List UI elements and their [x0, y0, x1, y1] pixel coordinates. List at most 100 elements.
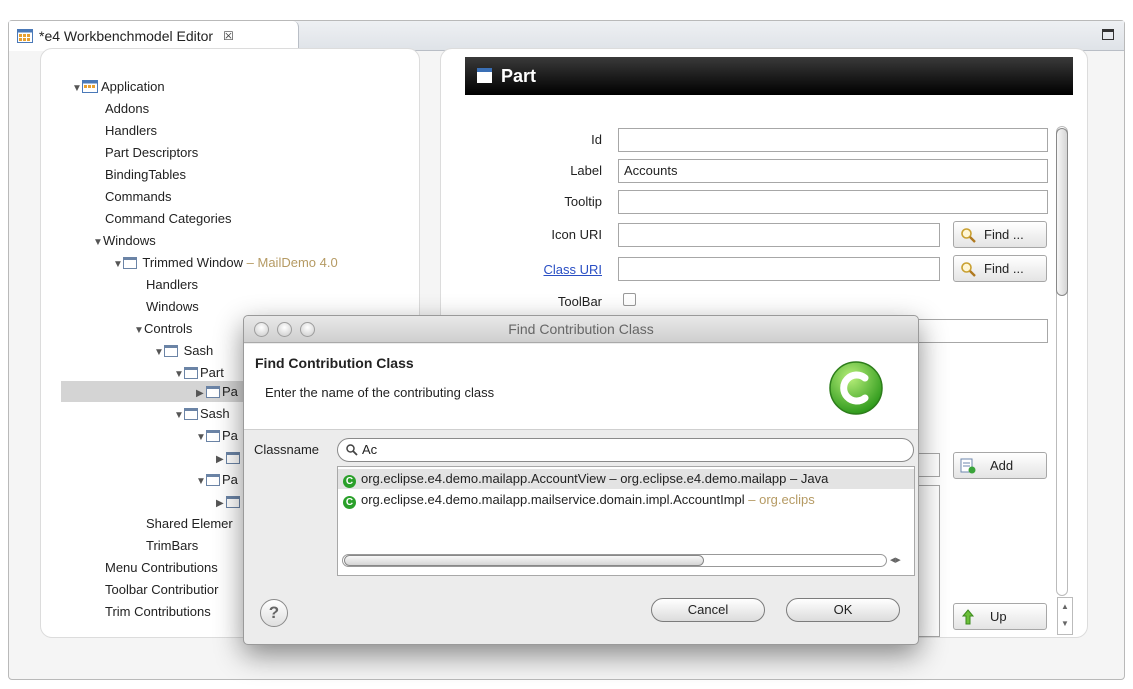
dialog-subtitle: Enter the name of the contributing class: [265, 385, 495, 400]
expand-icon[interactable]: ▼: [154, 342, 164, 364]
add-button[interactable]: Add: [953, 452, 1047, 479]
label-field[interactable]: Accounts: [618, 159, 1048, 183]
editor-tab[interactable]: *e4 Workbenchmodel Editor ☒: [9, 21, 299, 51]
sash-icon: [164, 345, 178, 357]
tree-item-label: Pa: [222, 472, 238, 487]
list-item[interactable]: Corg.eclipse.e4.demo.mailapp.AccountView…: [338, 469, 914, 489]
classname-search-input[interactable]: Ac: [337, 438, 914, 462]
list-item[interactable]: Corg.eclipse.e4.demo.mailapp.mailservice…: [338, 490, 815, 510]
tree-item-label: Sash: [183, 343, 214, 358]
tree-item-handlers[interactable]: Handlers: [146, 274, 198, 296]
toolbar-label: ToolBar: [557, 294, 602, 309]
scroll-arrows-icon[interactable]: ▲ ▼: [1057, 597, 1073, 635]
class-uri-field[interactable]: [618, 257, 940, 281]
find-contribution-dialog: Find Contribution Class Find Contributio…: [243, 315, 919, 645]
tree-item-part[interactable]: ▶: [216, 447, 242, 469]
tree-item-label: Trimmed Window: [142, 255, 244, 270]
tree-item-trimmed-window[interactable]: ▼ Trimmed Window – MailDemo 4.0: [113, 252, 338, 274]
tree-item-shared-elements[interactable]: Shared Elemer: [146, 513, 233, 535]
results-hscrollbar[interactable]: ◀▶: [342, 552, 910, 569]
tree-item-command-categories[interactable]: Command Categories: [105, 208, 231, 230]
tree-item-trimbars[interactable]: TrimBars: [146, 535, 198, 557]
search-value: Ac: [362, 442, 378, 457]
scrollbar-thumb[interactable]: [1056, 128, 1068, 296]
result-suffix: – org.eclips: [744, 492, 815, 507]
expand-icon[interactable]: ▼: [174, 364, 184, 386]
model-editor-icon: [17, 29, 33, 43]
tree-item-part-descriptors[interactable]: Part Descriptors: [105, 142, 198, 164]
tree-item-part-stack[interactable]: ▼ Pa: [196, 425, 238, 447]
class-icon: C: [343, 475, 356, 488]
expand-icon[interactable]: ▼: [174, 405, 184, 427]
tree-item-application[interactable]: ▼ Application: [72, 76, 165, 98]
tree-item-suffix: – MailDemo 4.0: [243, 255, 338, 270]
dialog-banner: Find Contribution Class Enter the name o…: [244, 344, 918, 430]
expand-icon[interactable]: ▼: [196, 471, 206, 493]
close-icon[interactable]: ☒: [223, 29, 234, 43]
icon-find-button[interactable]: Find ...: [953, 221, 1047, 248]
tree-item-trim-contributions[interactable]: Trim Contributions: [105, 601, 211, 623]
result-label: org.eclipse.e4.demo.mailapp.mailservice.…: [361, 492, 745, 507]
expand-icon[interactable]: ▶: [196, 383, 206, 405]
tree-item-label: Sash: [200, 406, 230, 421]
contribution-class-logo-icon: [829, 361, 883, 415]
tooltip-field[interactable]: [618, 190, 1048, 214]
editor-tab-label: *e4 Workbenchmodel Editor: [39, 28, 214, 44]
up-label: Up: [990, 609, 1007, 624]
tree-item-addons[interactable]: Addons: [105, 98, 149, 120]
expand-icon[interactable]: ▼: [72, 78, 82, 100]
detail-header: Part: [465, 57, 1073, 95]
part-icon: [226, 452, 240, 464]
tree-item-label: Controls: [144, 321, 193, 336]
application-icon: [82, 80, 98, 93]
tree-item-controls[interactable]: ▼Controls: [134, 318, 192, 340]
sash-icon: [184, 408, 198, 420]
id-label: Id: [591, 132, 602, 147]
zoom-window-icon[interactable]: [300, 322, 315, 337]
expand-icon[interactable]: ▶: [216, 493, 226, 515]
minimize-window-icon[interactable]: [277, 322, 292, 337]
toolbar-checkbox[interactable]: [623, 293, 636, 306]
help-button[interactable]: ?: [260, 599, 288, 627]
class-uri-link[interactable]: Class URI: [462, 262, 602, 277]
tree-item-sash[interactable]: ▼ Sash: [174, 403, 230, 425]
tree-item-windows[interactable]: Windows: [146, 296, 199, 318]
expand-icon[interactable]: ▼: [134, 320, 144, 342]
class-find-button[interactable]: Find ...: [953, 255, 1047, 282]
expand-icon[interactable]: ▼: [93, 232, 103, 254]
tree-item-binding-tables[interactable]: BindingTables: [105, 164, 186, 186]
search-icon: [346, 444, 358, 456]
magnifier-icon: [961, 261, 976, 277]
tree-item-part-selected[interactable]: ▶ Pa: [196, 381, 238, 403]
icon-uri-field[interactable]: [618, 223, 940, 247]
tree-item-part[interactable]: ▶: [216, 491, 242, 513]
part-icon: [206, 386, 220, 398]
expand-icon[interactable]: ▼: [113, 254, 123, 276]
class-results-list[interactable]: Corg.eclipse.e4.demo.mailapp.AccountView…: [337, 466, 915, 576]
scrollbar-thumb[interactable]: [344, 555, 704, 566]
icon-uri-label: Icon URI: [551, 227, 602, 242]
tree-item-part-stack[interactable]: ▼ Pa: [196, 469, 238, 491]
window-icon: [123, 257, 137, 269]
dialog-window-title: Find Contribution Class: [508, 321, 654, 337]
part-icon: [226, 496, 240, 508]
id-field[interactable]: [618, 128, 1048, 152]
detail-scrollbar[interactable]: [1053, 126, 1071, 626]
tree-item-sash[interactable]: ▼ Sash: [154, 340, 213, 362]
result-label: org.eclipse.e4.demo.mailapp.AccountView …: [361, 471, 829, 486]
tree-item-menu-contributions[interactable]: Menu Contributions: [105, 557, 218, 579]
cancel-button[interactable]: Cancel: [651, 598, 765, 622]
tree-item-commands[interactable]: Commands: [105, 186, 171, 208]
tree-item-toolbar-contributions[interactable]: Toolbar Contributior: [105, 579, 218, 601]
ok-button[interactable]: OK: [786, 598, 900, 622]
scroll-arrows-icon[interactable]: ◀▶: [890, 554, 910, 567]
maximize-icon[interactable]: [1102, 29, 1114, 40]
close-window-icon[interactable]: [254, 322, 269, 337]
tree-item-label: Application: [101, 79, 165, 94]
expand-icon[interactable]: ▶: [216, 449, 226, 471]
expand-icon[interactable]: ▼: [196, 427, 206, 449]
tree-item-windows[interactable]: ▼Windows: [93, 230, 156, 252]
tree-item-handlers[interactable]: Handlers: [105, 120, 157, 142]
dialog-heading: Find Contribution Class: [255, 355, 414, 371]
up-button[interactable]: Up: [953, 603, 1047, 630]
